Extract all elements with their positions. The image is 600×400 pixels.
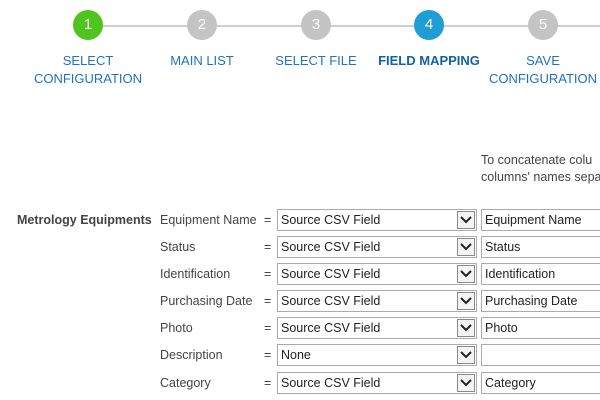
step-label[interactable]: SAVE CONFIGURATION — [473, 52, 600, 88]
chevron-down-icon — [460, 297, 472, 305]
selected-option: Source CSV Field — [281, 267, 381, 281]
equals-sign: = — [264, 321, 272, 335]
mapping-row: Category = Source CSV Field — [0, 372, 600, 396]
mapping-row: Description = None — [0, 344, 600, 368]
concatenate-hint: To concatenate colu columns' names sepa — [481, 152, 600, 186]
equals-sign: = — [264, 213, 272, 227]
field-name: Equipment Name — [160, 213, 257, 227]
hint-line: To concatenate colu — [481, 153, 593, 167]
chevron-down-icon — [460, 324, 472, 332]
wizard-step-save-configuration[interactable]: 5 SAVE CONFIGURATION — [473, 10, 600, 88]
chevron-down-icon — [460, 379, 472, 387]
source-type-select[interactable]: Source CSV Field — [277, 209, 477, 231]
dropdown-button[interactable] — [457, 374, 475, 392]
dropdown-button[interactable] — [457, 319, 475, 337]
field-name: Purchasing Date — [160, 294, 253, 308]
field-name: Description — [160, 348, 223, 362]
selected-option: Source CSV Field — [281, 240, 381, 254]
step-label-line: CONFIGURATION — [33, 71, 143, 86]
hint-line: columns' names sepa — [481, 170, 600, 184]
field-mapping-page: 1 SELECT CONFIGURATION 2 MAIN LIST 3 SEL… — [0, 0, 600, 400]
csv-column-input[interactable] — [481, 372, 600, 394]
step-label-line: SAVE — [526, 53, 560, 68]
source-type-select[interactable]: None — [277, 344, 477, 366]
csv-column-input[interactable] — [481, 344, 600, 366]
field-name: Photo — [160, 321, 193, 335]
selected-option: Source CSV Field — [281, 321, 381, 335]
dropdown-button[interactable] — [457, 292, 475, 310]
selected-option: None — [281, 348, 311, 362]
csv-column-input[interactable] — [481, 236, 600, 258]
step-number-badge: 3 — [301, 10, 331, 40]
dropdown-button[interactable] — [457, 211, 475, 229]
step-number-badge: 4 — [414, 10, 444, 40]
mapping-row: Equipment Name = Source CSV Field — [0, 209, 600, 233]
source-type-select[interactable]: Source CSV Field — [277, 317, 477, 339]
equals-sign: = — [264, 348, 272, 362]
wizard-stepper: 1 SELECT CONFIGURATION 2 MAIN LIST 3 SEL… — [0, 0, 600, 100]
dropdown-button[interactable] — [457, 238, 475, 256]
mapping-row: Purchasing Date = Source CSV Field — [0, 290, 600, 314]
mapping-row: Identification = Source CSV Field — [0, 263, 600, 287]
dropdown-button[interactable] — [457, 265, 475, 283]
source-type-select[interactable]: Source CSV Field — [277, 372, 477, 394]
selected-option: Source CSV Field — [281, 376, 381, 390]
step-label-line: CONFIGURATION — [488, 71, 598, 86]
csv-column-input[interactable] — [481, 290, 600, 312]
mapping-row: Photo = Source CSV Field — [0, 317, 600, 341]
selected-option: Source CSV Field — [281, 294, 381, 308]
field-name: Identification — [160, 267, 231, 281]
equals-sign: = — [264, 267, 272, 281]
csv-column-input[interactable] — [481, 209, 600, 231]
chevron-down-icon — [460, 243, 472, 251]
step-number-badge: 5 — [528, 10, 558, 40]
field-name: Status — [160, 240, 196, 254]
chevron-down-icon — [460, 216, 472, 224]
field-name: Category — [160, 376, 211, 390]
source-type-select[interactable]: Source CSV Field — [277, 236, 477, 258]
selected-option: Source CSV Field — [281, 213, 381, 227]
csv-column-input[interactable] — [481, 263, 600, 285]
equals-sign: = — [264, 240, 272, 254]
source-type-select[interactable]: Source CSV Field — [277, 290, 477, 312]
step-number-badge: 1 — [73, 10, 103, 40]
step-number-badge: 2 — [187, 10, 217, 40]
dropdown-button[interactable] — [457, 346, 475, 364]
csv-column-input[interactable] — [481, 317, 600, 339]
chevron-down-icon — [460, 351, 472, 359]
source-type-select[interactable]: Source CSV Field — [277, 263, 477, 285]
mapping-row: Status = Source CSV Field — [0, 236, 600, 260]
equals-sign: = — [264, 294, 272, 308]
chevron-down-icon — [460, 270, 472, 278]
equals-sign: = — [264, 376, 272, 390]
